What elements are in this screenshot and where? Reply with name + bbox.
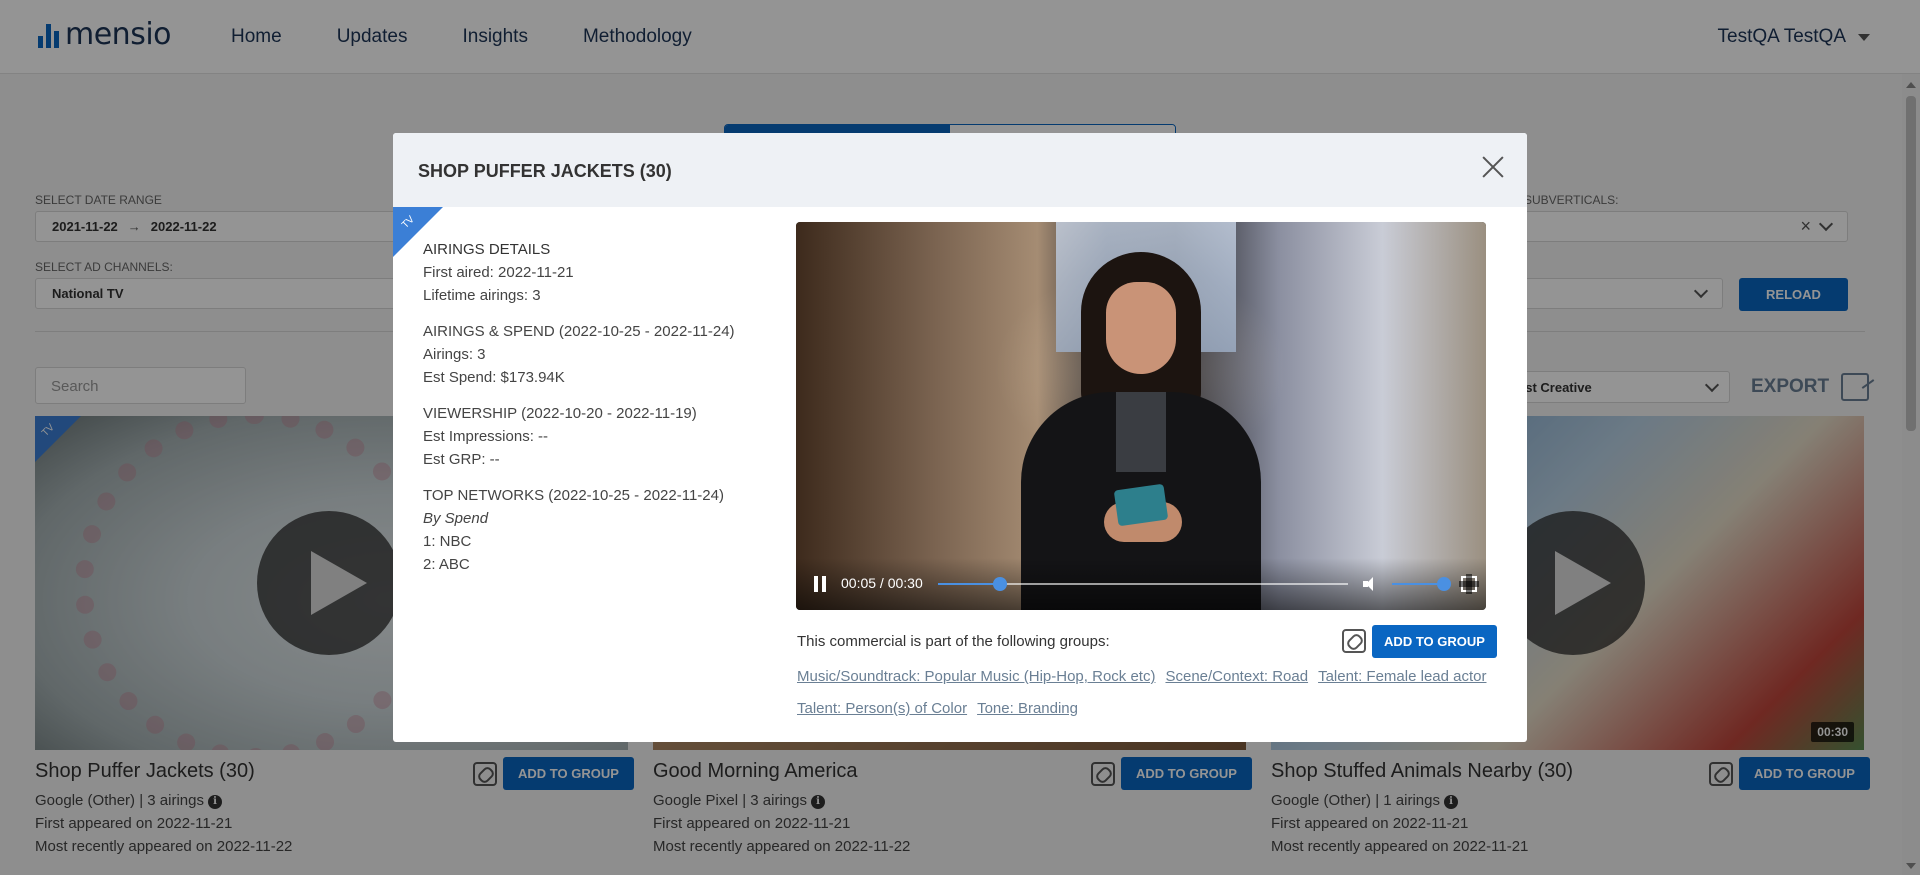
by-spend-label: By Spend <box>423 510 489 527</box>
modal-title: SHOP PUFFER JACKETS (30) <box>418 161 672 181</box>
seek-fill <box>938 583 1000 585</box>
close-icon[interactable] <box>1481 155 1505 179</box>
group-tag-link[interactable]: Scene/Context: Road <box>1165 665 1308 688</box>
airings-spend-section: AIRINGS & SPEND (2022-10-25 - 2022-11-24… <box>423 320 753 389</box>
first-aired: First aired: 2022-11-21 <box>423 264 574 281</box>
fullscreen-icon[interactable] <box>1459 574 1479 594</box>
pause-icon[interactable] <box>814 576 826 592</box>
viewership-section: VIEWERSHIP (2022-10-20 - 2022-11-19) Est… <box>423 402 753 471</box>
group-tag-link[interactable]: Music/Soundtrack: Popular Music (Hip-Hop… <box>797 665 1155 688</box>
section-heading: TOP NETWORKS (2022-10-25 - 2022-11-24) <box>423 487 724 504</box>
network-item: 2: ABC <box>423 556 470 573</box>
video-player[interactable]: 00:05 / 00:30 <box>796 222 1486 610</box>
video-frame-person <box>1016 252 1266 610</box>
section-heading: AIRINGS & SPEND (2022-10-25 - 2022-11-24… <box>423 323 735 340</box>
group-tag-link[interactable]: Tone: Branding <box>977 697 1078 720</box>
volume-handle[interactable] <box>1437 577 1451 591</box>
add-to-group-button[interactable]: ADD TO GROUP <box>1372 625 1497 658</box>
group-tag-link[interactable]: Talent: Female lead actor <box>1318 665 1486 688</box>
airings-count: Airings: 3 <box>423 346 486 363</box>
modal-header: SHOP PUFFER JACKETS (30) <box>393 133 1527 207</box>
volume-slider[interactable] <box>1392 577 1451 591</box>
seek-bar[interactable] <box>938 577 1348 591</box>
seek-handle[interactable] <box>992 577 1007 591</box>
group-link-icon[interactable] <box>1342 629 1366 653</box>
network-item: 1: NBC <box>423 533 472 550</box>
groups-label: This commercial is part of the following… <box>797 633 1110 650</box>
top-networks-section: TOP NETWORKS (2022-10-25 - 2022-11-24) B… <box>423 484 753 576</box>
est-impressions: Est Impressions: -- <box>423 428 549 445</box>
airing-details-panel: AIRINGS DETAILS First aired: 2022-11-21 … <box>423 238 753 589</box>
lifetime-airings: Lifetime airings: 3 <box>423 287 541 304</box>
volume-icon[interactable] <box>1363 577 1379 591</box>
group-tags: Music/Soundtrack: Popular Music (Hip-Hop… <box>797 665 1497 720</box>
video-controls: 00:05 / 00:30 <box>796 558 1486 610</box>
est-grp: Est GRP: -- <box>423 451 500 468</box>
est-spend: Est Spend: $173.94K <box>423 369 565 386</box>
creative-detail-modal: SHOP PUFFER JACKETS (30) TV AIRINGS DETA… <box>393 133 1527 742</box>
airings-details-section: AIRINGS DETAILS First aired: 2022-11-21 … <box>423 238 753 307</box>
section-heading: AIRINGS DETAILS <box>423 241 551 258</box>
section-heading: VIEWERSHIP (2022-10-20 - 2022-11-19) <box>423 405 697 422</box>
video-time: 00:05 / 00:30 <box>841 575 923 591</box>
group-tag-link[interactable]: Talent: Person(s) of Color <box>797 697 967 720</box>
